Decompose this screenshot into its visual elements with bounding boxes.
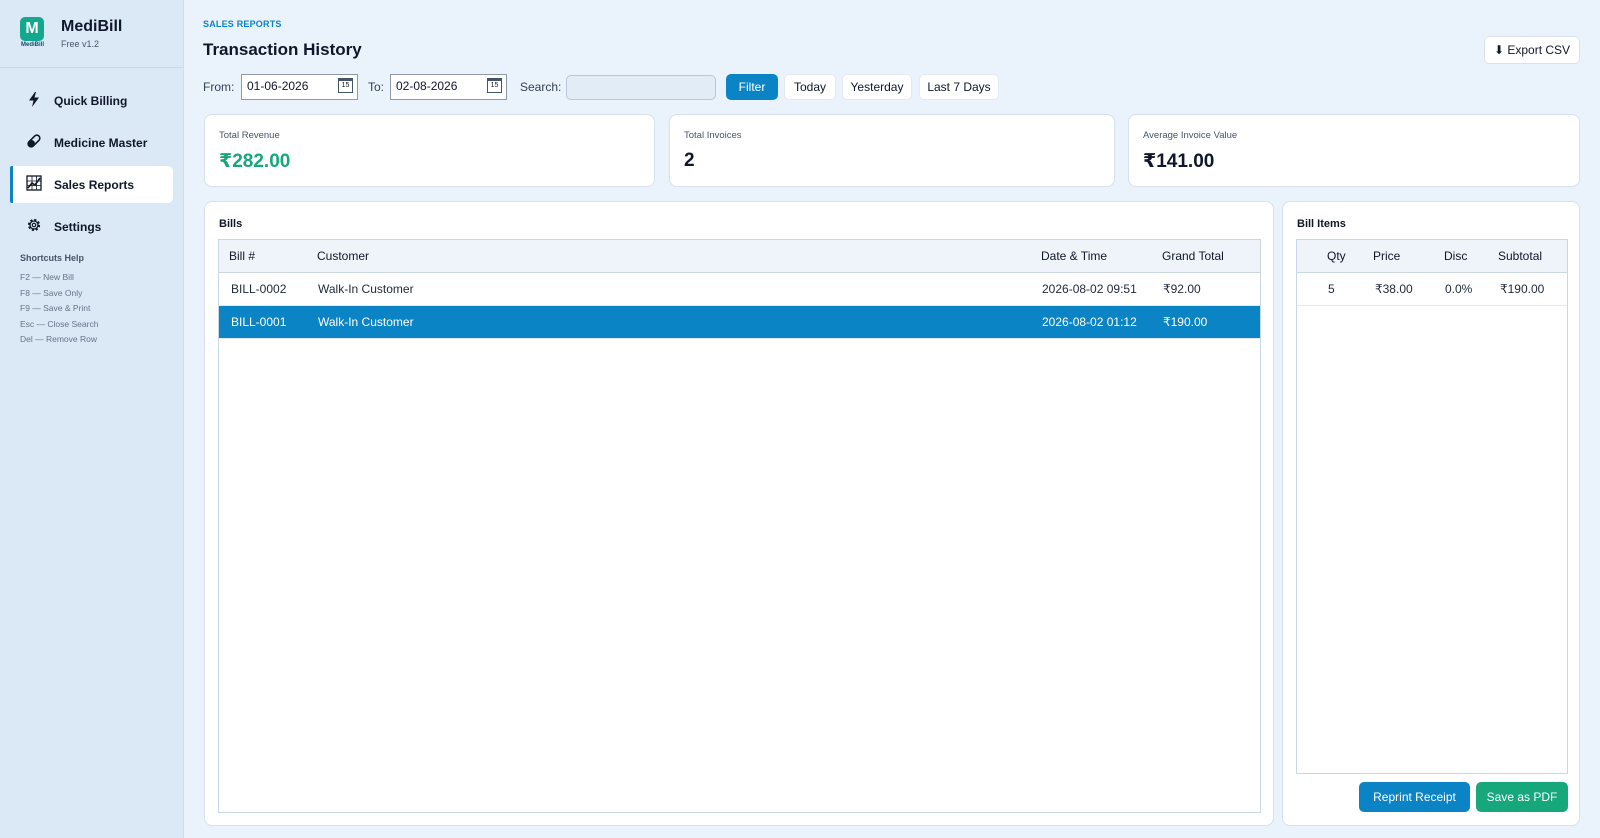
bills-panel: Bills Bill # Customer Date & Time Grand … <box>204 201 1274 826</box>
stat-label: Total Invoices <box>684 130 742 141</box>
total-revenue-card: Total Revenue ₹282.00 <box>204 114 655 187</box>
table-row[interactable]: BILL-0002 Walk-In Customer 2026-08-02 09… <box>219 273 1260 306</box>
price-cell: ₹38.00 <box>1375 282 1413 296</box>
app-logo: M MediBill <box>20 16 45 51</box>
average-invoice-card: Average Invoice Value ₹141.00 <box>1128 114 1580 187</box>
column-header-bill[interactable]: Bill # <box>229 240 255 273</box>
to-date-value: 02-08-2026 <box>396 79 458 93</box>
sidebar-item-sales-reports[interactable]: Sales Reports <box>10 166 173 203</box>
total-invoices-value: 2 <box>684 150 695 171</box>
calendar-icon[interactable]: 15 <box>487 78 502 93</box>
customer-cell: Walk-In Customer <box>318 315 414 329</box>
column-header-subtotal[interactable]: Subtotal <box>1498 240 1542 273</box>
from-label: From: <box>203 80 235 94</box>
sidebar-item-label: Settings <box>54 219 102 234</box>
sidebar-item-settings[interactable]: Settings <box>10 208 173 245</box>
to-date-input[interactable]: 02-08-2026 15 <box>390 74 507 100</box>
sidebar-item-label: Quick Billing <box>54 93 128 108</box>
total-invoices-card: Total Invoices 2 <box>669 114 1115 187</box>
yesterday-button[interactable]: Yesterday <box>842 74 912 100</box>
save-as-pdf-button[interactable]: Save as PDF <box>1476 782 1568 812</box>
table-header: Bill # Customer Date & Time Grand Total <box>219 240 1260 273</box>
logo-mark: M <box>20 16 44 41</box>
bill-items-table: Qty Price Disc Subtotal 5 ₹38.00 0.0% ₹1… <box>1296 239 1568 774</box>
sidebar-nav: Quick Billing Medicine Master Sales Repo… <box>0 82 183 245</box>
stat-label: Total Revenue <box>219 130 280 141</box>
table-header: Qty Price Disc Subtotal <box>1297 240 1567 273</box>
shortcut-line: Del — Remove Row <box>20 334 97 344</box>
sidebar-item-quick-billing[interactable]: Quick Billing <box>10 82 173 119</box>
customer-cell: Walk-In Customer <box>318 282 414 296</box>
shortcut-line: Esc — Close Search <box>20 318 99 329</box>
bills-table: Bill # Customer Date & Time Grand Total … <box>218 239 1261 813</box>
bill-items-panel: Bill Items Qty Price Disc Subtotal 5 ₹38… <box>1282 201 1580 826</box>
bill-items-title: Bill Items <box>1297 218 1346 230</box>
sidebar-item-label: Sales Reports <box>54 177 135 192</box>
sidebar-item-label: Medicine Master <box>54 135 148 150</box>
logo-text: MediBill <box>20 41 44 48</box>
datetime-cell: 2026-08-02 01:12 <box>1042 315 1137 329</box>
shortcut-line: F9 — Save & Print <box>20 303 91 313</box>
column-header-customer[interactable]: Customer <box>317 240 369 273</box>
calendar-icon[interactable]: 15 <box>338 78 353 93</box>
table-row-selected[interactable]: BILL-0001 Walk-In Customer 2026-08-02 01… <box>219 306 1260 339</box>
table-row[interactable]: 5 ₹38.00 0.0% ₹190.00 <box>1297 273 1567 306</box>
sidebar-item-medicine-master[interactable]: Medicine Master <box>10 124 173 161</box>
reprint-receipt-button[interactable]: Reprint Receipt <box>1359 782 1470 812</box>
from-date-value: 01-06-2026 <box>247 79 309 93</box>
column-header-disc[interactable]: Disc <box>1444 240 1467 273</box>
bill-number-cell: BILL-0001 <box>231 315 287 329</box>
chart-icon <box>25 175 43 194</box>
today-button[interactable]: Today <box>784 74 836 100</box>
breadcrumb: SALES REPORTS <box>203 19 282 29</box>
filter-button[interactable]: Filter <box>726 74 778 100</box>
sidebar: M MediBill MediBill Free v1.2 Quick Bill… <box>0 0 184 838</box>
export-csv-button[interactable]: ⬇ Export CSV <box>1484 36 1580 64</box>
last-7-days-button[interactable]: Last 7 Days <box>919 74 999 100</box>
column-header-qty[interactable]: Qty <box>1327 240 1346 273</box>
bills-title: Bills <box>219 218 243 230</box>
page-title: Transaction History <box>203 40 362 59</box>
pill-icon <box>25 133 43 152</box>
app-version: Free v1.2 <box>61 39 100 49</box>
datetime-cell: 2026-08-02 09:51 <box>1042 282 1137 296</box>
subtotal-cell: ₹190.00 <box>1500 282 1545 296</box>
bolt-icon <box>25 91 43 110</box>
average-invoice-value: ₹141.00 <box>1143 151 1215 172</box>
app-name: MediBill <box>61 18 123 35</box>
search-label: Search: <box>520 80 562 94</box>
column-header-datetime[interactable]: Date & Time <box>1041 240 1107 273</box>
from-date-input[interactable]: 01-06-2026 15 <box>241 74 358 100</box>
total-revenue-value: ₹282.00 <box>219 151 291 172</box>
shortcut-line: F8 — Save Only <box>20 287 83 298</box>
gear-icon <box>25 217 43 236</box>
search-input[interactable] <box>566 75 716 100</box>
to-label: To: <box>368 80 385 94</box>
column-header-price[interactable]: Price <box>1373 240 1400 273</box>
total-cell: ₹92.00 <box>1163 282 1201 296</box>
shortcut-line: F2 — New Bill <box>20 272 74 282</box>
stat-label: Average Invoice Value <box>1143 130 1238 141</box>
brand: M MediBill MediBill Free v1.2 <box>0 0 183 68</box>
shortcuts-title: Shortcuts Help <box>20 253 85 263</box>
total-cell: ₹190.00 <box>1163 315 1208 329</box>
bill-number-cell: BILL-0002 <box>231 282 287 296</box>
qty-cell: 5 <box>1328 282 1335 296</box>
shortcuts-help: Shortcuts Help F2 — New Bill F8 — Save O… <box>0 253 183 348</box>
disc-cell: 0.0% <box>1445 282 1473 296</box>
column-header-total[interactable]: Grand Total <box>1162 240 1224 273</box>
